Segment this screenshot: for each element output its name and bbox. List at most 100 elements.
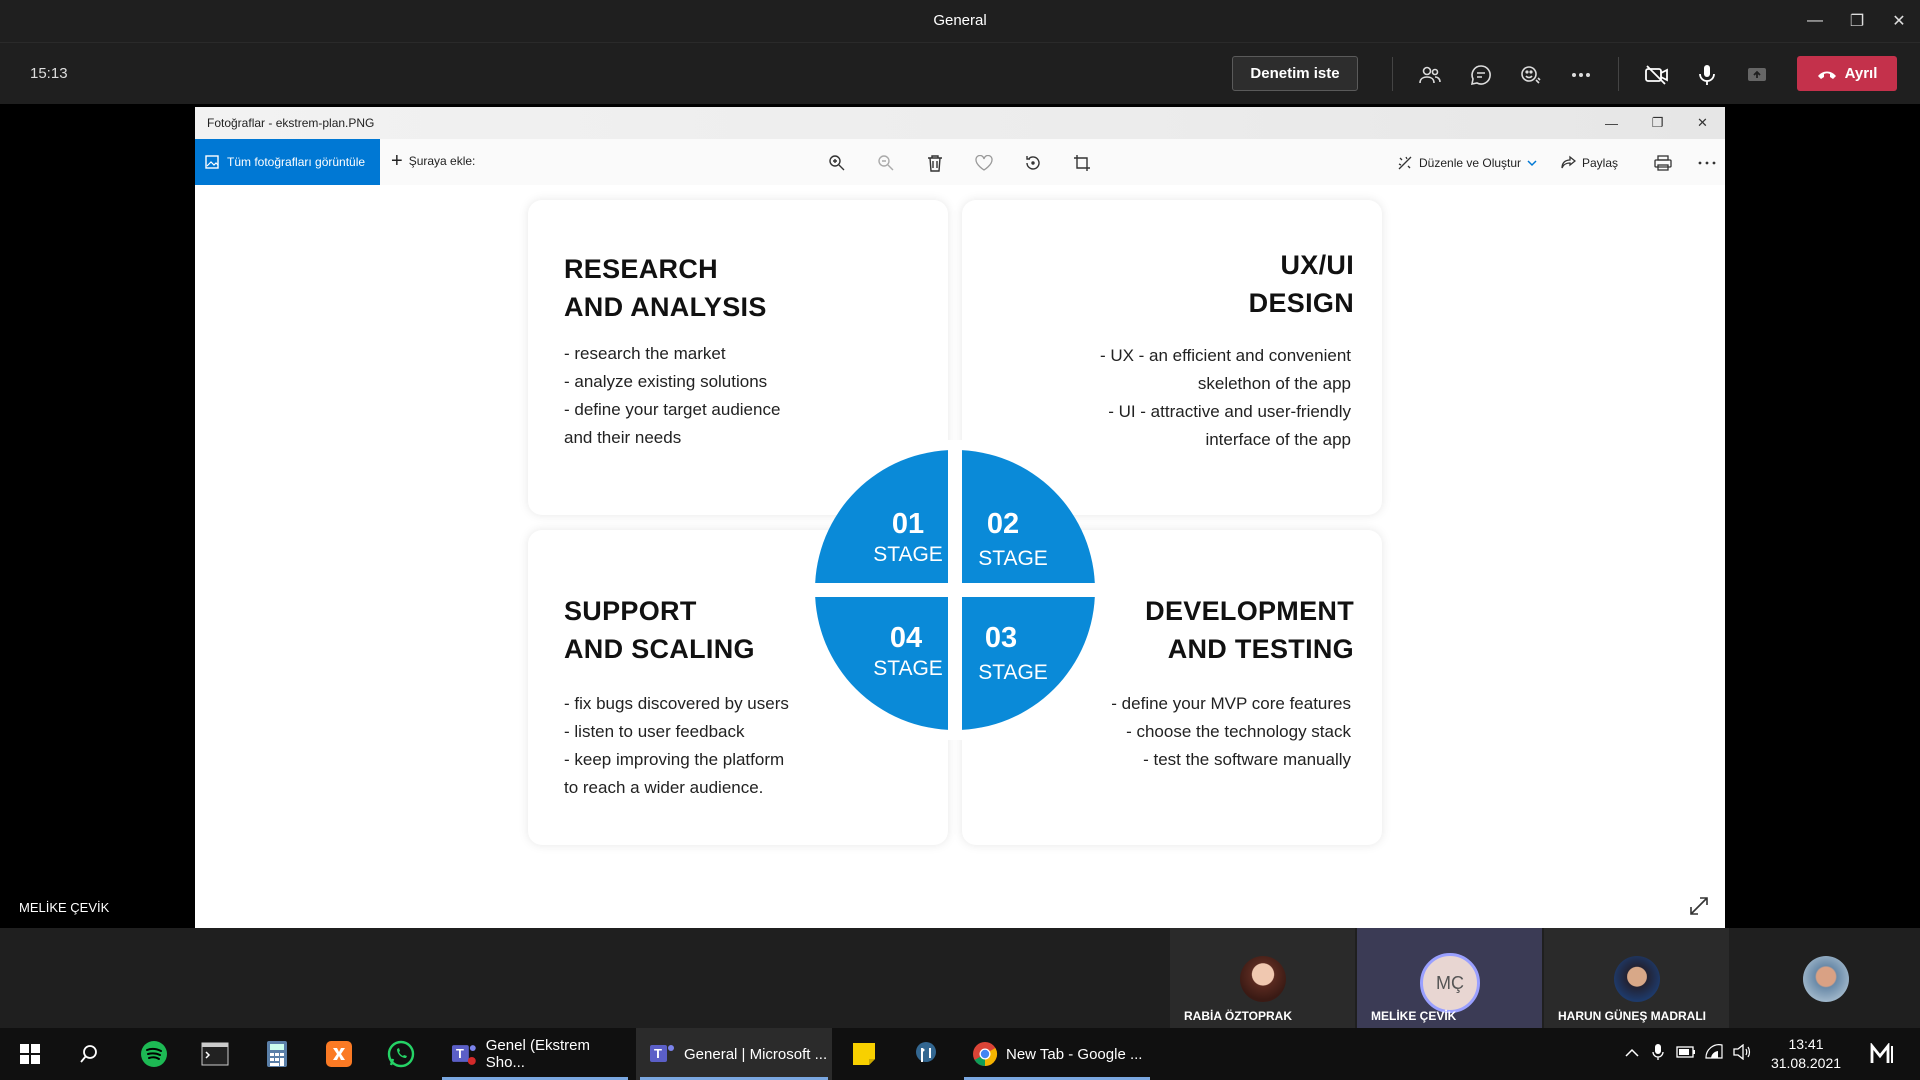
teams-icon: T (650, 1045, 674, 1062)
calculator-icon[interactable] (261, 1038, 293, 1070)
postgresql-icon[interactable] (910, 1038, 942, 1070)
view-all-photos-label: Tüm fotoğrafları görüntüle (227, 155, 366, 169)
taskbar-app-teams-genel[interactable]: T Genel (Ekstrem Sho... (438, 1028, 632, 1080)
zoom-out-icon[interactable] (874, 151, 898, 175)
participant-tile[interactable]: MÇ MELİKE ÇEVİK (1357, 928, 1542, 1028)
taskbar-app-label: New Tab - Google ... (1006, 1045, 1143, 1063)
edit-create-button[interactable]: Düzenle ve Oluştur (1397, 155, 1537, 171)
photos-icon (205, 155, 219, 169)
photos-restore-button[interactable]: ❐ (1635, 107, 1680, 139)
participant-tile[interactable]: RABİA ÖZTOPRAK (1170, 928, 1355, 1028)
share-screen-icon[interactable] (1741, 59, 1773, 91)
taskbar-time: 13:41 (1788, 1036, 1824, 1052)
avatar (1614, 956, 1660, 1002)
meeting-duration: 15:13 (30, 65, 68, 82)
stage-label: STAGE (978, 547, 1048, 570)
avatar (1803, 956, 1849, 1002)
microphone-icon[interactable] (1691, 59, 1723, 91)
taskbar-datetime[interactable]: 13:41 31.08.2021 (1770, 1035, 1842, 1073)
participant-name: RABİA ÖZTOPRAK (1184, 1009, 1292, 1023)
chat-icon[interactable] (1465, 59, 1497, 91)
zoom-in-icon[interactable] (825, 151, 849, 175)
share-button[interactable]: Paylaş (1560, 155, 1618, 171)
windows-start-icon[interactable] (14, 1038, 46, 1070)
stage-label: STAGE (873, 657, 943, 680)
photos-minimize-button[interactable]: — (1589, 107, 1634, 139)
sticky-notes-icon[interactable] (848, 1038, 880, 1070)
card-item: - define your MVP core features (1111, 694, 1351, 713)
request-control-button[interactable]: Denetim iste (1232, 56, 1358, 91)
minimize-button[interactable]: — (1792, 0, 1838, 42)
xampp-icon[interactable] (323, 1038, 355, 1070)
card-item: - analyze existing solutions (564, 372, 768, 391)
card-list: - define your MVP core features - choose… (1111, 690, 1351, 774)
leave-button[interactable]: Ayrıl (1797, 56, 1897, 91)
photo-canvas: RESEARCH AND ANALYSIS - research the mar… (195, 185, 1725, 928)
notification-icon[interactable] (1868, 1038, 1900, 1070)
chevron-down-icon (1527, 160, 1537, 167)
self-view-tile[interactable] (1731, 928, 1920, 1028)
photos-close-button[interactable]: ✕ (1680, 107, 1725, 139)
windows-taskbar: T Genel (Ekstrem Sho... T General | Micr… (0, 1028, 1920, 1080)
whatsapp-icon[interactable] (385, 1038, 417, 1070)
card-title: RESEARCH AND ANALYSIS (564, 254, 767, 322)
taskbar-app-label: Genel (Ekstrem Sho... (485, 1037, 590, 1071)
card-item: - define your target audience (564, 400, 781, 419)
add-to-label: Şuraya ekle: (408, 154, 476, 168)
card-title: DEVELOPMENT AND TESTING (1145, 596, 1354, 664)
search-icon[interactable] (73, 1038, 105, 1070)
card-item: - listen to user feedback (564, 722, 745, 741)
taskbar-app-chrome[interactable]: New Tab - Google ... (960, 1028, 1154, 1080)
taskbar-date: 31.08.2021 (1770, 1055, 1842, 1071)
card-list: - UX - an efficient and convenient skele… (1100, 342, 1351, 454)
camera-off-icon[interactable] (1641, 59, 1673, 91)
terminal-icon[interactable] (199, 1038, 231, 1070)
card-item: to reach a wider audience. (564, 778, 764, 797)
crop-icon[interactable] (1070, 151, 1094, 175)
presenter-name: MELİKE ÇEVİK (19, 900, 110, 915)
fullscreen-icon[interactable] (1687, 894, 1711, 918)
battery-icon[interactable] (1672, 1045, 1700, 1063)
close-button[interactable]: ✕ (1876, 0, 1920, 42)
avatar: MÇ (1420, 953, 1480, 1013)
reactions-icon[interactable] (1515, 59, 1547, 91)
more-options-icon[interactable] (1565, 59, 1597, 91)
photos-title-bar: Fotoğraflar - ekstrem-plan.PNG — ❐ ✕ (195, 107, 1725, 139)
microphone-tray-icon[interactable] (1644, 1043, 1672, 1066)
card-item: - test the software manually (1143, 750, 1351, 769)
wifi-icon[interactable] (1700, 1043, 1728, 1065)
card-list: - research the market - analyze existing… (564, 340, 780, 452)
photos-toolbar: Tüm fotoğrafları görüntüle + Şuraya ekle… (195, 139, 1725, 185)
teams-title-bar: General — ❐ ✕ (0, 0, 1920, 42)
participants-icon[interactable] (1414, 59, 1446, 91)
card-item: - research the market (564, 344, 726, 363)
view-all-photos-button[interactable]: Tüm fotoğrafları görüntüle (195, 139, 380, 185)
stage-number: 01 (891, 508, 925, 540)
participant-name: HARUN GÜNEŞ MADRALI (1558, 1009, 1706, 1023)
participant-tile[interactable]: HARUN GÜNEŞ MADRALI (1544, 928, 1729, 1028)
more-icon[interactable] (1695, 151, 1719, 175)
photos-window-title: Fotoğraflar - ekstrem-plan.PNG (207, 116, 375, 130)
svg-text:T: T (654, 1046, 662, 1061)
card-item: - UI - attractive and user-friendly (1108, 402, 1351, 421)
card-list: - fix bugs discovered by users - listen … (564, 690, 789, 802)
share-label: Paylaş (1582, 156, 1619, 170)
taskbar-app-label: General | Microsoft ... (684, 1045, 828, 1063)
share-icon (1561, 155, 1576, 169)
stage-number: 03 (984, 622, 1018, 654)
stage-number: 02 (986, 508, 1020, 540)
favorite-icon[interactable] (972, 151, 996, 175)
delete-icon[interactable] (923, 151, 947, 175)
spotify-icon[interactable] (138, 1038, 170, 1070)
rotate-icon[interactable] (1021, 151, 1045, 175)
volume-icon[interactable] (1728, 1043, 1756, 1065)
stage-label: STAGE (873, 543, 943, 566)
svg-text:T: T (456, 1046, 464, 1061)
card-title: UX/UI DESIGN (1248, 250, 1354, 318)
taskbar-app-teams-general[interactable]: T General | Microsoft ... (636, 1028, 832, 1080)
restore-button[interactable]: ❐ (1834, 0, 1880, 42)
edit-icon (1398, 156, 1412, 170)
show-hidden-icons-icon[interactable] (1620, 1045, 1644, 1063)
add-to-button[interactable]: + Şuraya ekle: (391, 151, 476, 171)
print-icon[interactable] (1651, 151, 1675, 175)
